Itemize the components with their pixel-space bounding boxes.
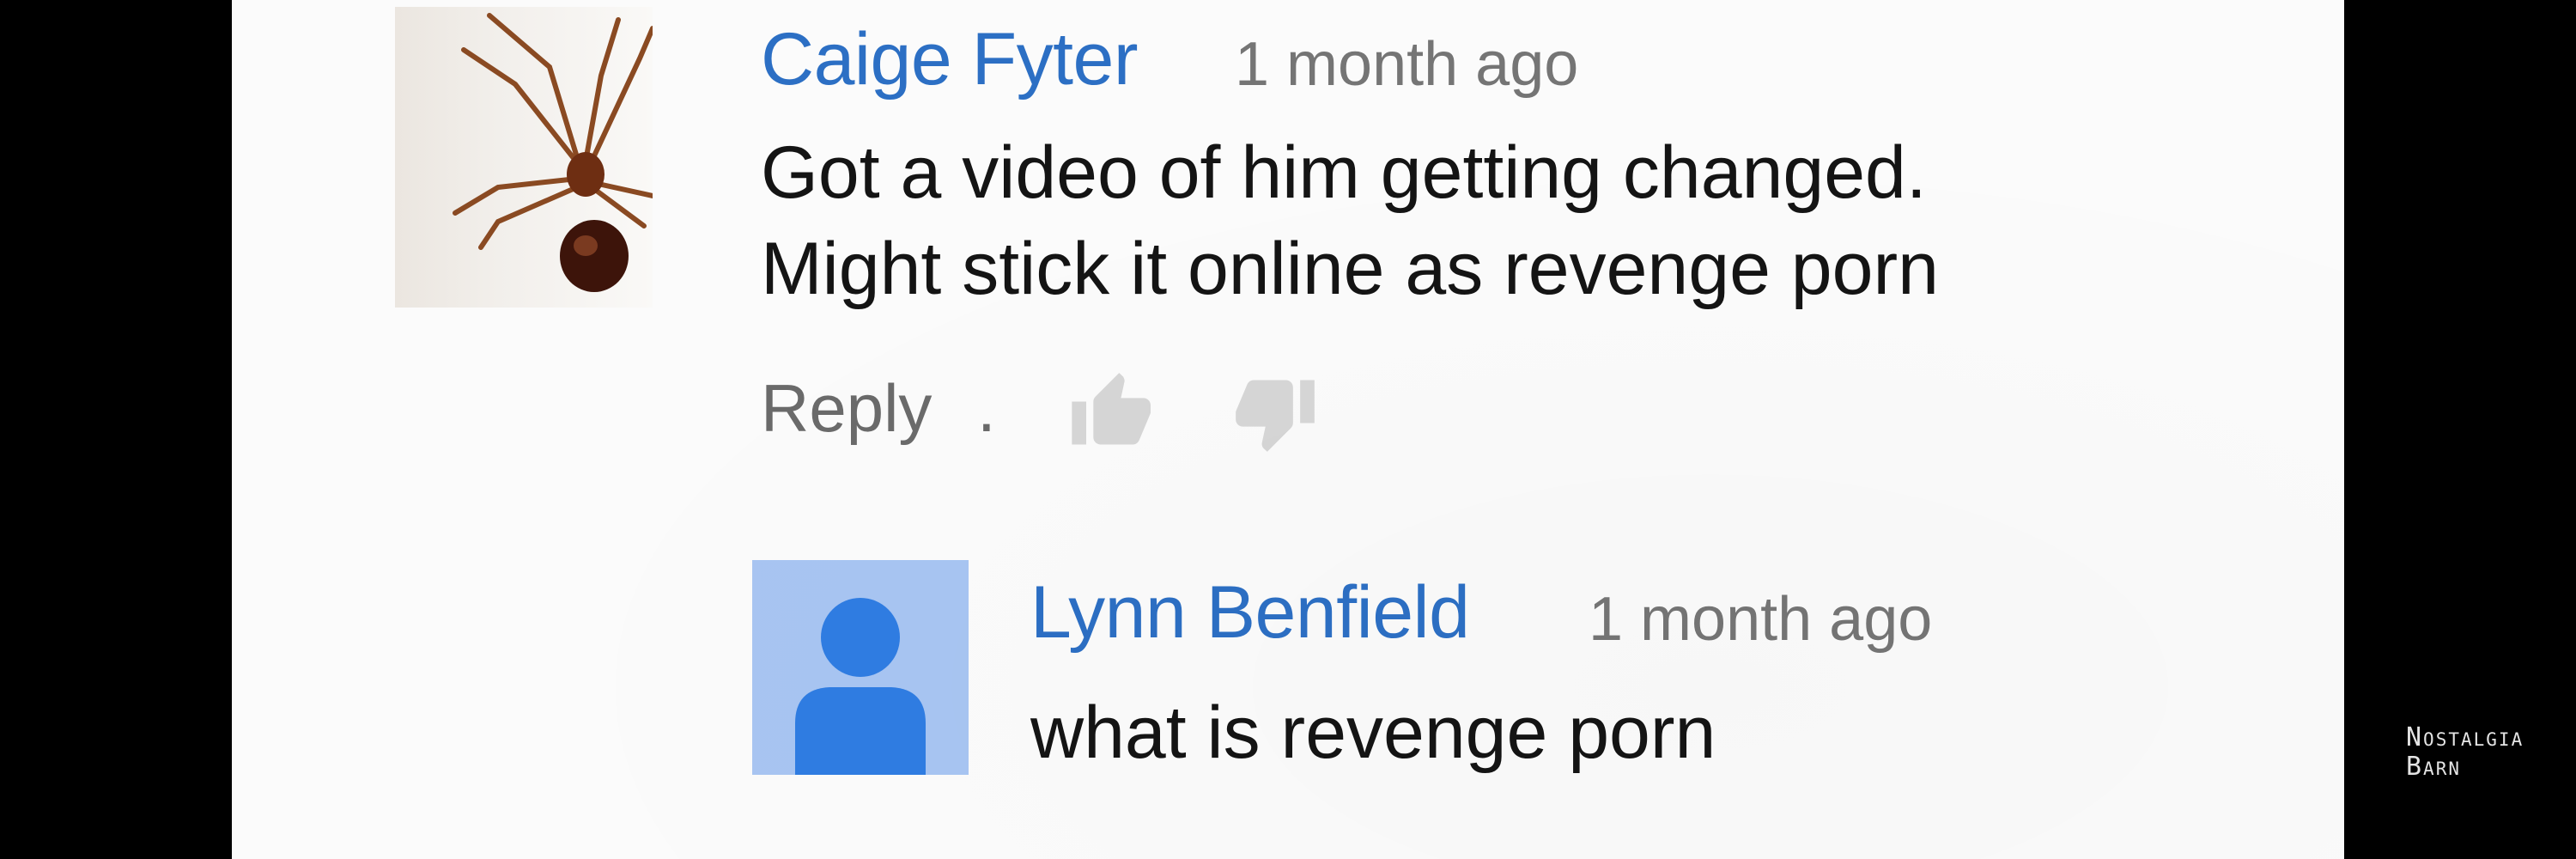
comment-timestamp[interactable]: 1 month ago bbox=[1589, 584, 1932, 655]
spider-icon bbox=[453, 13, 655, 292]
comment-text-line-2: Might stick it online as revenge porn bbox=[761, 228, 1939, 310]
reply-button[interactable]: Reply bbox=[761, 369, 932, 448]
watermark-line-2: Barn bbox=[2406, 752, 2461, 782]
comment-author[interactable]: Lynn Benfield bbox=[1030, 570, 1470, 655]
watermark-line-1: Nostalgia bbox=[2406, 722, 2524, 752]
comment-author[interactable]: Caige Fyter bbox=[761, 17, 1139, 102]
comment-timestamp[interactable]: 1 month ago bbox=[1235, 29, 1578, 100]
avatar[interactable] bbox=[752, 560, 969, 775]
comment-text-line-1: Got a video of him getting changed. bbox=[761, 131, 1927, 214]
thumbs-up-icon[interactable] bbox=[1065, 369, 1151, 455]
thumbs-down-icon[interactable] bbox=[1232, 369, 1318, 455]
comments-panel: Caige Fyter 1 month ago Got a video of h… bbox=[232, 0, 2344, 859]
channel-watermark: Nostalgia Barn bbox=[2406, 723, 2524, 782]
default-user-icon bbox=[795, 598, 926, 775]
action-separator: . bbox=[977, 370, 996, 446]
comment-text-line-1: what is revenge porn bbox=[1030, 691, 1716, 774]
avatar[interactable] bbox=[395, 7, 655, 308]
